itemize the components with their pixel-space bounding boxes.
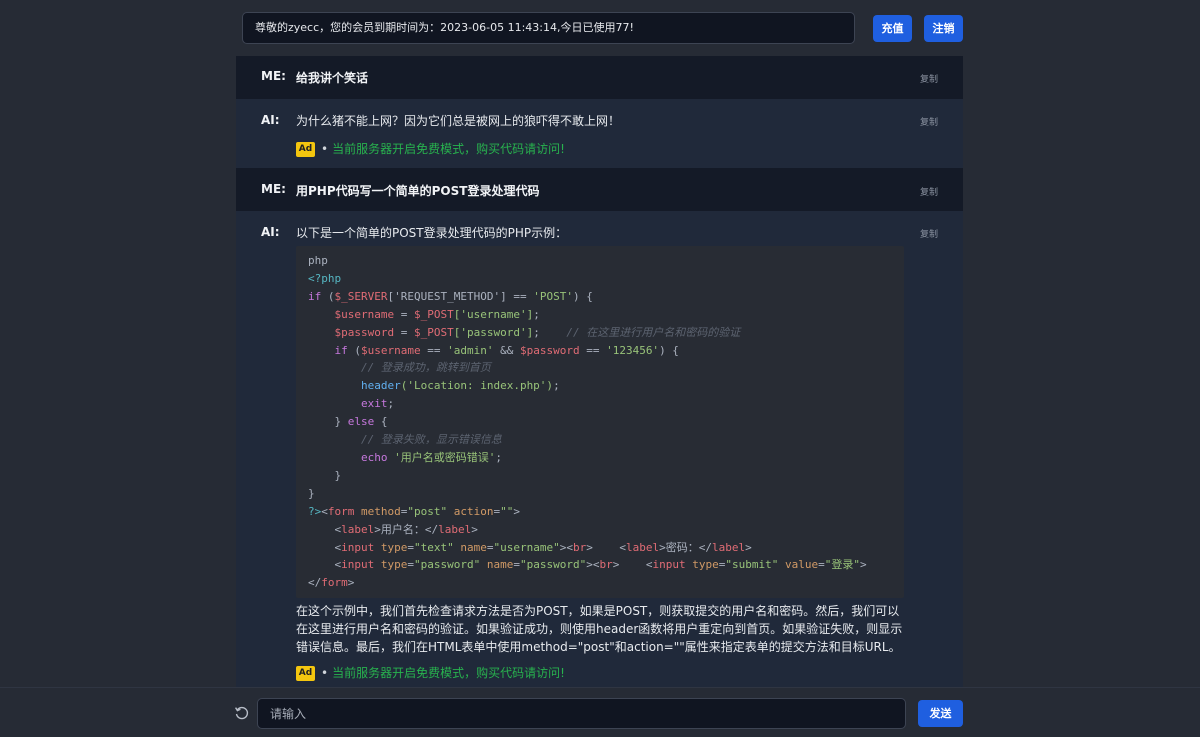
- message-text: 为什么猪不能上网？因为它们总是被网上的狼吓得不敢上网！: [296, 114, 621, 128]
- chat-panel[interactable]: ME: 给我讲个笑话 复制 AI: 为什么猪不能上网？因为它们总是被网上的狼吓得…: [236, 56, 963, 687]
- message-text: 用PHP代码写一个简单的POST登录处理代码: [296, 184, 540, 198]
- ad-line: Ad • 当前服务器开启免费模式，购买代码请访问!: [296, 664, 904, 682]
- message-user: ME: 给我讲个笑话 复制: [236, 56, 963, 99]
- ad-badge: Ad: [296, 665, 315, 681]
- ad-badge: Ad: [296, 141, 315, 157]
- logout-button[interactable]: 注销: [924, 15, 963, 42]
- code-language: php: [308, 254, 328, 267]
- ad-link[interactable]: 当前服务器开启免费模式，购买代码请访问!: [332, 664, 565, 682]
- copy-button[interactable]: 复制: [920, 185, 938, 198]
- refresh-icon[interactable]: [234, 705, 250, 721]
- ad-line: Ad • 当前服务器开启免费模式，购买代码请访问!: [296, 140, 904, 158]
- message-input[interactable]: [257, 698, 906, 729]
- message-ai: AI: 以下是一个简单的POST登录处理代码的PHP示例： php <?php …: [236, 211, 963, 687]
- message-ai: AI: 为什么猪不能上网？因为它们总是被网上的狼吓得不敢上网！ Ad • 当前服…: [236, 99, 963, 168]
- ad-link[interactable]: 当前服务器开启免费模式，购买代码请访问!: [332, 140, 565, 158]
- top-bar: 尊敬的zyecc，您的会员到期时间为：2023-06-05 11:43:14,今…: [242, 12, 963, 44]
- copy-button[interactable]: 复制: [920, 227, 938, 240]
- membership-notice: 尊敬的zyecc，您的会员到期时间为：2023-06-05 11:43:14,今…: [242, 12, 855, 44]
- message-role: ME:: [261, 69, 286, 83]
- message-user: ME: 用PHP代码写一个简单的POST登录处理代码 复制: [236, 168, 963, 211]
- input-bar: 发送: [0, 687, 1200, 737]
- message-outro: 在这个示例中，我们首先检查请求方法是否为POST，如果是POST，则获取提交的用…: [296, 604, 903, 655]
- ad-bullet: •: [321, 666, 329, 681]
- recharge-button[interactable]: 充值: [873, 15, 912, 42]
- copy-button[interactable]: 复制: [920, 115, 938, 128]
- ad-bullet: •: [321, 142, 329, 156]
- message-intro: 以下是一个简单的POST登录处理代码的PHP示例：: [296, 226, 568, 240]
- message-text: 给我讲个笑话: [296, 71, 369, 85]
- copy-button[interactable]: 复制: [920, 72, 938, 85]
- send-button[interactable]: 发送: [918, 700, 963, 727]
- message-role: AI:: [261, 113, 280, 127]
- code-block[interactable]: php <?php if ($_SERVER['REQUEST_METHOD']…: [296, 246, 904, 599]
- message-role: AI:: [261, 225, 280, 239]
- message-role: ME:: [261, 182, 286, 196]
